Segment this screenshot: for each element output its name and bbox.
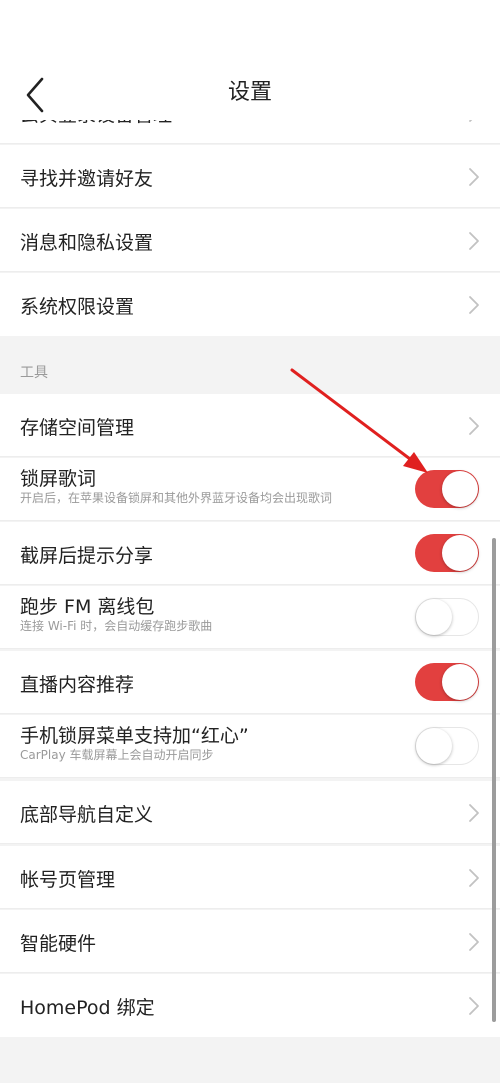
live-recommend-toggle[interactable]	[415, 663, 479, 701]
row-label: 存储空间管理	[20, 417, 135, 439]
settings-row-lockscreen-lyrics: 锁屏歌词 开启后，在苹果设备锁屏和其他外界蓝牙设备均会出现歌词	[0, 458, 500, 521]
navigation-bar: 设置	[0, 60, 500, 120]
settings-row-system-permissions[interactable]: 系统权限设置	[0, 273, 500, 336]
chevron-right-icon	[468, 416, 480, 436]
status-bar	[0, 0, 500, 60]
toggle-knob	[442, 471, 478, 507]
chevron-right-icon	[468, 231, 480, 251]
row-description: 开启后，在苹果设备锁屏和其他外界蓝牙设备均会出现歌词	[20, 491, 333, 505]
chevron-right-icon	[468, 295, 480, 315]
row-label: 直播内容推荐	[20, 674, 135, 696]
settings-row-smart-hardware[interactable]: 智能硬件	[0, 910, 500, 973]
settings-row-running-fm: 跑步 FM 离线包 连接 Wi-Fi 时，会自动缓存跑步歌曲	[0, 586, 500, 649]
toggle-knob	[442, 664, 478, 700]
row-label: 智能硬件	[20, 933, 97, 955]
settings-row-screenshot-share: 截屏后提示分享	[0, 522, 500, 585]
lockscreen-heart-toggle[interactable]	[415, 727, 479, 765]
chevron-right-icon	[468, 803, 480, 823]
toggle-knob	[442, 535, 478, 571]
running-fm-toggle[interactable]	[415, 598, 479, 636]
row-description: 连接 Wi-Fi 时，会自动缓存跑步歌曲	[20, 619, 213, 633]
toggle-knob	[416, 728, 452, 764]
settings-row-find-friends[interactable]: 寻找并邀请好友	[0, 145, 500, 208]
row-label: 锁屏歌词	[20, 468, 97, 490]
row-label: 截屏后提示分享	[20, 545, 154, 567]
row-label: 系统权限设置	[20, 296, 135, 318]
row-label: 底部导航自定义	[20, 804, 154, 826]
settings-row-live-recommend: 直播内容推荐	[0, 651, 500, 714]
row-label: 跑步 FM 离线包	[20, 596, 155, 618]
section-header-tools: 工具	[0, 336, 500, 392]
settings-row-lockscreen-heart: 手机锁屏菜单支持加“红心” CarPlay 车载屏幕上会自动开启同步	[0, 715, 500, 778]
row-label: 消息和隐私设置	[20, 232, 154, 254]
chevron-right-icon	[468, 932, 480, 952]
row-label: 手机锁屏菜单支持加“红心”	[20, 725, 249, 747]
settings-row-account-page[interactable]: 帐号页管理	[0, 846, 500, 909]
page-title: 设置	[227, 80, 272, 105]
row-label: HomePod 绑定	[20, 997, 155, 1019]
row-description: CarPlay 车载屏幕上会自动开启同步	[20, 748, 214, 762]
settings-row-homepod[interactable]: HomePod 绑定	[0, 974, 500, 1037]
chevron-right-icon	[468, 167, 480, 187]
chevron-right-icon	[468, 996, 480, 1016]
settings-row-message-privacy[interactable]: 消息和隐私设置	[0, 209, 500, 272]
row-label: 帐号页管理	[20, 869, 116, 891]
row-label: 寻找并邀请好友	[20, 168, 154, 190]
scrollbar[interactable]	[492, 538, 496, 1022]
settings-row-storage[interactable]: 存储空间管理	[0, 394, 500, 457]
screenshot-share-toggle[interactable]	[415, 534, 479, 572]
section-title: 工具	[20, 365, 48, 381]
back-button[interactable]	[14, 66, 58, 114]
chevron-right-icon	[468, 868, 480, 888]
settings-row-bottom-nav[interactable]: 底部导航自定义	[0, 781, 500, 844]
lockscreen-lyrics-toggle[interactable]	[415, 470, 479, 508]
chevron-left-icon	[14, 66, 58, 114]
settings-list[interactable]: 云贝登录设备管理 寻找并邀请好友 消息和隐私设置 系统权限设置 工具 存储空间管…	[0, 96, 500, 1083]
toggle-knob	[416, 599, 452, 635]
